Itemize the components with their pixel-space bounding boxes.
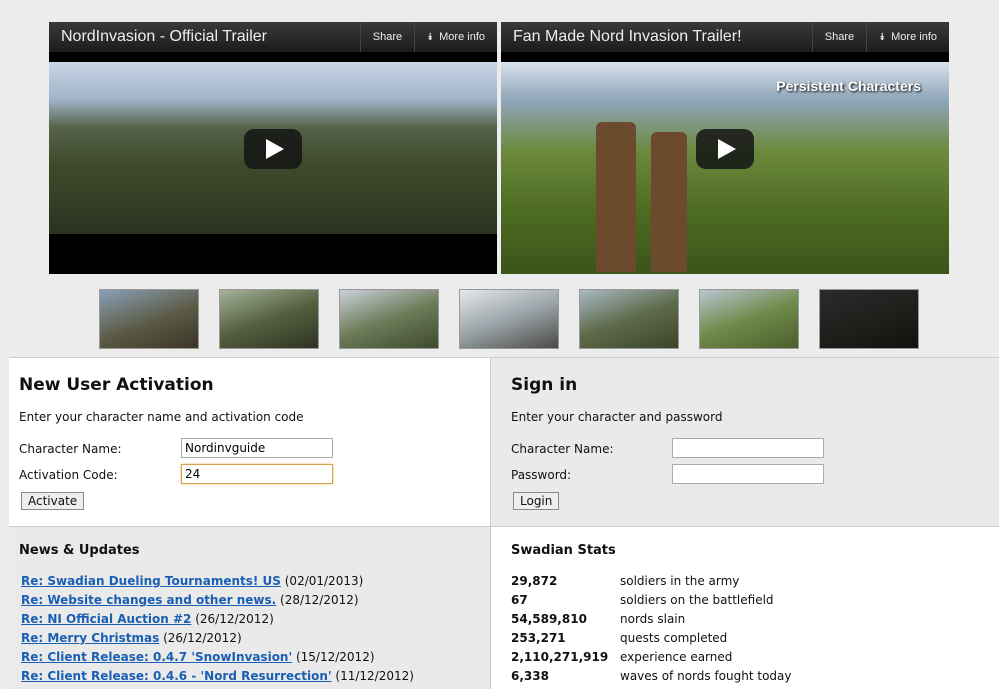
news-link[interactable]: Re: Client Release: 0.4.6 - 'Nord Resurr…	[21, 669, 332, 683]
screenshot-thumbnail[interactable]	[459, 289, 559, 349]
share-button[interactable]: Share	[359, 22, 414, 52]
stat-label: soldiers in the army	[620, 574, 740, 588]
panel-title: New User Activation	[19, 375, 214, 395]
stat-label: waves of nords fought today	[620, 669, 792, 683]
screenshot-thumbnail[interactable]	[99, 289, 199, 349]
character-figure	[596, 122, 636, 272]
news-link[interactable]: Re: Merry Christmas	[21, 631, 159, 645]
list-item: Re: NI Official Auction #2 (26/12/2012)	[21, 610, 414, 629]
stat-value: 54,589,810	[511, 612, 587, 626]
panel-title: News & Updates	[19, 543, 140, 558]
stat-label: nords slain	[620, 612, 686, 626]
video-title-bar: NordInvasion - Official Trailer Share ⯯ M…	[49, 22, 497, 52]
news-date: (28/12/2012)	[280, 593, 359, 607]
stat-value: 6,338	[511, 669, 549, 683]
list-item: Re: Swadian Dueling Tournaments! US (02/…	[21, 572, 414, 591]
activation-code-label: Activation Code:	[19, 468, 118, 482]
news-link[interactable]: Re: Client Release: 0.4.7 'SnowInvasion'	[21, 650, 292, 664]
new-user-activation-panel: New User Activation Enter your character…	[9, 357, 490, 526]
stat-row: 29,872 soldiers in the army	[511, 572, 792, 591]
chevron-down-icon: ⯯	[427, 31, 434, 43]
stats-list: 29,872 soldiers in the army 67 soldiers on…	[511, 572, 792, 686]
stat-label: experience earned	[620, 650, 733, 664]
stat-row: 67 soldiers on the battlefield	[511, 591, 792, 610]
chevron-down-icon: ⯯	[879, 31, 886, 43]
sign-in-panel: Sign in Enter your character and passwor…	[490, 357, 999, 526]
password-input[interactable]	[672, 464, 824, 484]
news-date: (15/12/2012)	[295, 650, 375, 664]
stat-row: 253,271 quests completed	[511, 629, 792, 648]
swadian-stats-panel: Swadian Stats 29,872 soldiers in the army…	[490, 526, 999, 689]
news-link[interactable]: Re: Swadian Dueling Tournaments! US	[21, 574, 281, 588]
video-player-official-trailer[interactable]: NordInvasion - Official Trailer Share ⯯ M…	[49, 22, 497, 274]
stat-value: 253,271	[511, 631, 566, 645]
video-player-fan-trailer[interactable]: Fan Made Nord Invasion Trailer! Share ⯯ M…	[501, 22, 949, 274]
stat-row: 2,110,271,919 experience earned	[511, 648, 792, 667]
more-info-button[interactable]: ⯯ More info	[866, 22, 949, 52]
video-title[interactable]: NordInvasion - Official Trailer	[49, 28, 360, 46]
news-date: (11/12/2012)	[335, 669, 414, 683]
play-button[interactable]	[696, 129, 754, 169]
password-label: Password:	[511, 468, 572, 482]
activate-button[interactable]: Activate	[21, 492, 85, 510]
list-item: Re: Merry Christmas (26/12/2012)	[21, 629, 414, 648]
screenshot-thumbnail[interactable]	[819, 289, 919, 349]
news-date: (02/01/2013)	[284, 574, 364, 588]
stat-row: 54,589,810 nords slain	[511, 610, 792, 629]
screenshot-thumbnail[interactable]	[219, 289, 319, 349]
news-link[interactable]: Re: Website changes and other news.	[21, 593, 276, 607]
character-name-input[interactable]	[181, 438, 333, 458]
list-item: Re: Client Release: 0.4.7 'SnowInvasion'…	[21, 648, 414, 667]
activation-code-input[interactable]	[181, 464, 333, 484]
video-title[interactable]: Fan Made Nord Invasion Trailer!	[501, 28, 812, 46]
login-button[interactable]: Login	[513, 492, 560, 510]
stat-value: 2,110,271,919	[511, 650, 609, 664]
panel-subtitle: Enter your character name and activation…	[19, 410, 304, 424]
more-info-button[interactable]: ⯯ More info	[414, 22, 497, 52]
play-button[interactable]	[244, 129, 302, 169]
character-figure	[651, 132, 687, 272]
video-overlay-caption: Persistent Characters	[776, 78, 921, 94]
list-item: Re: Client Release: 0.4.6 - 'Nord Resurr…	[21, 667, 414, 686]
news-date: (26/12/2012)	[163, 631, 242, 645]
panel-title: Swadian Stats	[511, 543, 616, 558]
panel-title: Sign in	[511, 375, 578, 395]
news-link[interactable]: Re: NI Official Auction #2	[21, 612, 191, 626]
character-name-input[interactable]	[672, 438, 824, 458]
stat-value: 67	[511, 593, 528, 607]
news-updates-panel: News & Updates Re: Swadian Dueling Tourn…	[9, 526, 490, 689]
news-date: (26/12/2012)	[195, 612, 274, 626]
character-name-label: Character Name:	[511, 442, 614, 456]
screenshot-thumbnail[interactable]	[339, 289, 439, 349]
share-button[interactable]: Share	[811, 22, 866, 52]
play-icon	[266, 139, 284, 159]
panel-subtitle: Enter your character and password	[511, 410, 723, 424]
character-name-label: Character Name:	[19, 442, 122, 456]
list-item: Re: Website changes and other news. (28/…	[21, 591, 414, 610]
screenshot-thumbnail[interactable]	[699, 289, 799, 349]
stat-label: quests completed	[620, 631, 728, 645]
stat-label: soldiers on the battlefield	[620, 593, 774, 607]
stat-row: 6,338 waves of nords fought today	[511, 667, 792, 686]
video-title-bar: Fan Made Nord Invasion Trailer! Share ⯯ M…	[501, 22, 949, 52]
screenshot-thumbnail[interactable]	[579, 289, 679, 349]
stat-value: 29,872	[511, 574, 558, 588]
news-list: Re: Swadian Dueling Tournaments! US (02/…	[21, 572, 414, 686]
play-icon	[718, 139, 736, 159]
